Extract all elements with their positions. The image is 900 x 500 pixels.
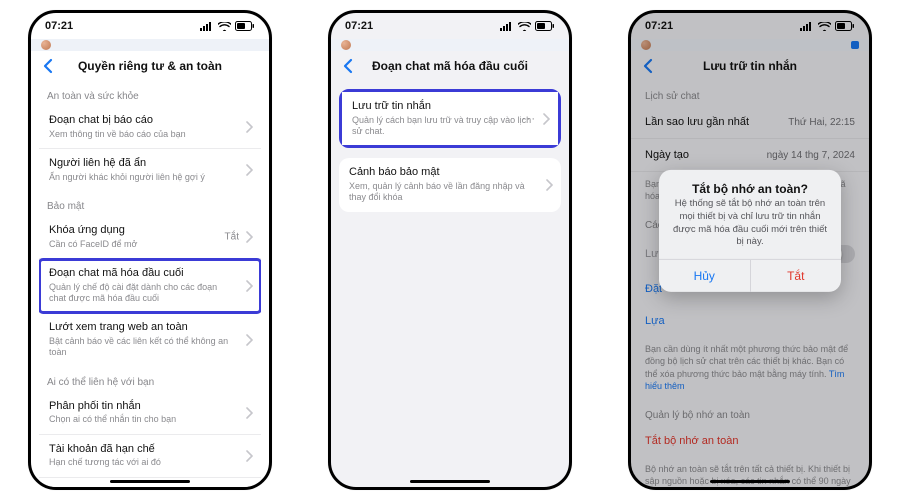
row-message-delivery[interactable]: Phân phối tin nhắn Chọn ai có thể nhắn t… — [39, 392, 261, 435]
modal-cancel-button[interactable]: Hủy — [659, 260, 751, 292]
row-reported-chats[interactable]: Đoạn chat bị báo cáo Xem thông tin về bá… — [39, 106, 261, 149]
battery-icon — [535, 21, 555, 31]
row-title: Cảnh báo bảo mật — [349, 166, 535, 180]
section-contact-header: Ai có thể liên hệ với bạn — [39, 367, 261, 392]
status-time: 07:21 — [45, 20, 73, 32]
chevron-right-icon — [542, 113, 550, 125]
phone-e2ee-chats: 07:21 Đoạn chat mã hóa đầu cuối Lưu trữ … — [328, 10, 572, 490]
chevron-right-icon — [245, 407, 253, 419]
row-subtitle: Quản lý cách bạn lưu trữ và truy cập vào… — [352, 115, 532, 138]
row-subtitle: Quản lý chế độ cài đặt dành cho các đoạn… — [49, 282, 235, 305]
row-title: Khóa ứng dụng — [49, 224, 235, 238]
row-title: Phân phối tin nhắn — [49, 400, 235, 414]
modal-buttons: Hủy Tắt — [659, 259, 841, 292]
battery-icon — [235, 21, 255, 31]
row-hidden-contacts[interactable]: Người liên hệ đã ẩn Ẩn người khác khỏi n… — [39, 149, 261, 191]
row-title: Tài khoản đã chặn — [49, 486, 235, 488]
status-bar: 07:21 — [31, 13, 269, 39]
chevron-right-icon — [245, 280, 253, 292]
row-message-storage-card: Lưu trữ tin nhắn Quản lý cách bạn lưu tr… — [339, 89, 561, 148]
row-subtitle: Xem thông tin về báo cáo của bạn — [49, 129, 235, 140]
row-subtitle: Ẩn người khác khỏi người liên hệ gợi ý — [49, 172, 235, 183]
row-subtitle: Chọn ai có thể nhắn tin cho bạn — [49, 414, 235, 425]
signal-icon — [500, 22, 514, 31]
home-indicator[interactable] — [710, 480, 790, 483]
page-title: Đoạn chat mã hóa đầu cuối — [372, 59, 528, 73]
phone-privacy-safety: 07:21 Quyền riêng tư & an toàn An toàn v… — [28, 10, 272, 490]
chevron-right-icon — [245, 231, 253, 243]
row-security-alerts-card: Cảnh báo bảo mật Xem, quản lý cảnh báo v… — [339, 158, 561, 211]
wifi-icon — [218, 22, 231, 31]
modal-confirm-button[interactable]: Tắt — [751, 260, 842, 292]
row-app-lock[interactable]: Khóa ứng dụng Cần có FaceID để mở Tắt — [39, 216, 261, 259]
section-safety-header: An toàn và sức khỏe — [39, 81, 261, 106]
section-safety: Đoạn chat bị báo cáo Xem thông tin về bá… — [39, 106, 261, 191]
section-security-header: Bảo mật — [39, 191, 261, 216]
row-message-storage[interactable]: Lưu trữ tin nhắn Quản lý cách bạn lưu tr… — [342, 92, 558, 145]
modal-title: Tắt bộ nhớ an toàn? — [659, 170, 841, 198]
chevron-right-icon — [545, 179, 553, 191]
section-security: Khóa ứng dụng Cần có FaceID để mở Tắt Đo… — [39, 216, 261, 367]
page-header: Đoạn chat mã hóa đầu cuối — [331, 51, 569, 81]
avatar — [41, 40, 51, 50]
avatar — [341, 40, 351, 50]
row-title: Người liên hệ đã ẩn — [49, 157, 235, 171]
chevron-right-icon — [245, 121, 253, 133]
phone-message-storage: 07:21 Lưu trữ tin nhắn Lịch sử chat Lần … — [628, 10, 872, 490]
row-safe-browsing[interactable]: Lướt xem trang web an toàn Bật cảnh báo … — [39, 313, 261, 366]
scroll-content[interactable]: Lưu trữ tin nhắn Quản lý cách bạn lưu tr… — [331, 81, 569, 487]
page-title: Quyền riêng tư & an toàn — [78, 59, 222, 73]
page-header: Quyền riêng tư & an toàn — [31, 51, 269, 81]
nav-strip — [31, 39, 269, 51]
chevron-right-icon — [245, 450, 253, 462]
row-subtitle: Xem, quản lý cảnh báo về lần đăng nhập v… — [349, 181, 535, 204]
section-contact: Phân phối tin nhắn Chọn ai có thể nhắn t… — [39, 392, 261, 488]
row-security-alerts[interactable]: Cảnh báo bảo mật Xem, quản lý cảnh báo v… — [339, 158, 561, 211]
modal-body: Hệ thống sẽ tắt bộ nhớ an toàn trên mọi … — [659, 198, 841, 259]
chevron-right-icon — [245, 334, 253, 346]
status-time: 07:21 — [345, 20, 373, 32]
signal-icon — [200, 22, 214, 31]
scroll-content[interactable]: An toàn và sức khỏe Đoạn chat bị báo cáo… — [31, 81, 269, 487]
home-indicator[interactable] — [110, 480, 190, 483]
row-title: Đoạn chat bị báo cáo — [49, 114, 235, 128]
confirm-modal: Tắt bộ nhớ an toàn? Hệ thống sẽ tắt bộ n… — [659, 170, 841, 292]
back-button[interactable] — [41, 57, 55, 75]
row-title: Lưu trữ tin nhắn — [352, 100, 532, 114]
row-title: Đoạn chat mã hóa đầu cuối — [49, 267, 235, 281]
chevron-right-icon — [245, 164, 253, 176]
row-e2ee-chats[interactable]: Đoạn chat mã hóa đầu cuối Quản lý chế độ… — [39, 259, 261, 313]
row-title: Lướt xem trang web an toàn — [49, 321, 235, 335]
row-subtitle: Cần có FaceID để mở — [49, 239, 235, 250]
wifi-icon — [518, 22, 531, 31]
more-icon[interactable]: ··· — [522, 113, 536, 125]
status-bar: 07:21 — [331, 13, 569, 39]
row-restricted-accounts[interactable]: Tài khoản đã hạn chế Hạn chế tương tác v… — [39, 435, 261, 478]
row-title: Tài khoản đã hạn chế — [49, 443, 235, 457]
back-button[interactable] — [341, 57, 355, 75]
row-subtitle: Hạn chế tương tác với ai đó — [49, 457, 235, 468]
nav-strip — [331, 39, 569, 51]
row-value: Tắt — [225, 232, 239, 243]
row-subtitle: Bật cảnh báo về các liên kết có thể khôn… — [49, 336, 235, 359]
home-indicator[interactable] — [410, 480, 490, 483]
